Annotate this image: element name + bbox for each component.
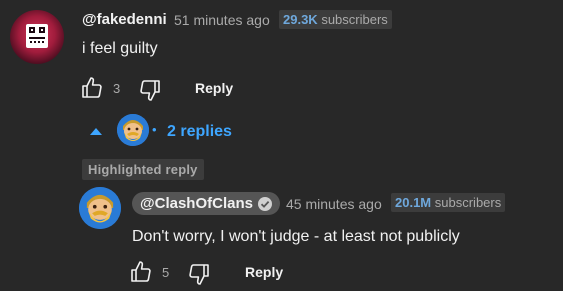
thumbs-up-icon	[131, 261, 151, 282]
reply-subscriber-badge: 20.1M subscribers	[391, 193, 506, 212]
avatar-clashofclans[interactable]	[79, 187, 121, 229]
replies-separator: •	[152, 122, 157, 137]
barbarian-avatar-icon	[79, 187, 121, 229]
view-replies-link[interactable]: 2 replies	[167, 123, 232, 141]
subscriber-count: 29.3K	[283, 12, 318, 27]
verified-check-icon	[257, 196, 272, 211]
thumbs-down-icon	[140, 80, 160, 101]
reply-like-button[interactable]	[129, 260, 153, 289]
thumbs-down-icon	[189, 264, 209, 285]
collapse-replies-toggle[interactable]	[88, 124, 104, 142]
chevron-up-icon	[90, 128, 102, 135]
thumbs-up-icon	[82, 77, 102, 98]
reply-like-count: 5	[162, 265, 170, 280]
comment-author[interactable]: @fakedenni	[82, 11, 167, 28]
reply-author-avatar	[117, 114, 149, 146]
reply-reply-button[interactable]: Reply	[245, 264, 283, 280]
reply-button[interactable]: Reply	[195, 80, 233, 96]
reply-dislike-button[interactable]	[187, 262, 211, 291]
like-count: 3	[113, 81, 121, 96]
avatar-fakedenni[interactable]	[10, 10, 64, 64]
like-button[interactable]	[80, 76, 104, 105]
reply-timestamp[interactable]: 45 minutes ago	[286, 196, 382, 212]
comment-text: i feel guilty	[82, 40, 158, 57]
reply-author-chip[interactable]: @ClashOfClans	[132, 192, 280, 215]
highlighted-reply-badge: Highlighted reply	[82, 159, 204, 180]
barbarian-avatar-icon	[117, 114, 149, 146]
subscriber-label: subscribers	[321, 12, 388, 27]
reply-text: Don't worry, I won't judge - at least no…	[132, 228, 460, 245]
avatar-logo-icon	[26, 24, 48, 48]
reply-subscriber-count: 20.1M	[395, 195, 432, 210]
subscriber-badge: 29.3K subscribers	[279, 10, 392, 29]
dislike-button[interactable]	[138, 78, 162, 107]
comment-timestamp[interactable]: 51 minutes ago	[174, 12, 270, 28]
reply-subscriber-label: subscribers	[434, 195, 502, 210]
reply-author: @ClashOfClans	[140, 195, 253, 212]
